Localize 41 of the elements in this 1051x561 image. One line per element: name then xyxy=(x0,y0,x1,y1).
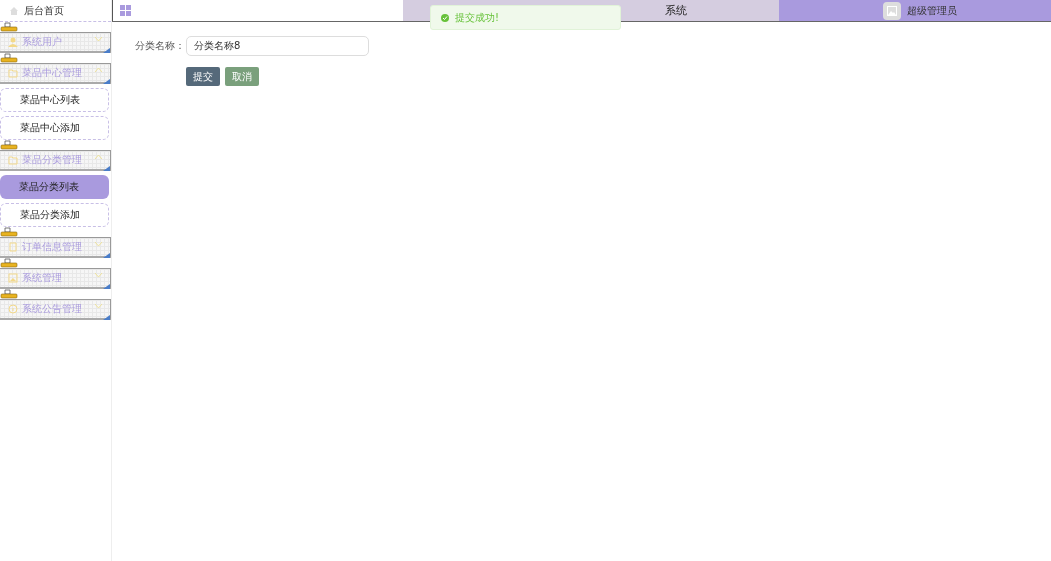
info-icon xyxy=(8,304,18,314)
folder-icon xyxy=(8,68,18,78)
home-icon xyxy=(10,6,18,15)
binder-clip-icon xyxy=(0,258,18,268)
page-corner-icon xyxy=(103,315,110,320)
user-icon xyxy=(8,37,18,47)
submenu-item[interactable]: 菜品分类添加 xyxy=(0,203,109,227)
chevron-up-icon xyxy=(95,68,102,72)
submenu-item[interactable]: 菜品中心列表 xyxy=(0,88,109,112)
document-icon xyxy=(8,242,18,252)
folder-icon xyxy=(8,155,18,165)
binder-clip-icon xyxy=(0,22,18,32)
submenu-item[interactable]: 菜品中心添加 xyxy=(0,116,109,140)
check-circle-icon xyxy=(441,13,449,22)
field-label: 分类名称： xyxy=(135,39,186,53)
user-name[interactable]: 超级管理员 xyxy=(907,3,957,18)
chevron-up-icon xyxy=(95,155,102,159)
app-title: 系统 xyxy=(665,3,687,18)
chevron-down-icon xyxy=(95,242,102,246)
submit-button[interactable]: 提交 xyxy=(186,67,220,86)
home-menu-item[interactable]: 后台首页 xyxy=(0,0,111,22)
binder-clip-icon xyxy=(0,140,18,150)
avatar[interactable] xyxy=(883,1,901,20)
menu-label: 后台首页 xyxy=(24,3,64,18)
chevron-down-icon xyxy=(95,304,102,308)
toast-message: 提交成功! xyxy=(455,10,499,25)
page-corner-icon xyxy=(103,48,110,53)
chevron-down-icon xyxy=(95,273,102,277)
page-corner-icon xyxy=(103,253,110,258)
page-corner-icon xyxy=(103,79,110,84)
binder-clip-icon xyxy=(0,53,18,63)
chevron-down-icon xyxy=(95,37,102,41)
binder-clip-icon xyxy=(0,289,18,299)
cancel-button[interactable]: 取消 xyxy=(225,67,259,86)
image-icon xyxy=(8,273,18,283)
input-field[interactable]: 分类名称8 xyxy=(186,36,369,56)
grid-menu-icon[interactable] xyxy=(120,5,131,16)
binder-clip-icon xyxy=(0,227,18,237)
page-corner-icon xyxy=(103,284,110,289)
submenu-item[interactable]: 菜品分类列表 xyxy=(0,175,109,199)
image-icon xyxy=(887,5,897,16)
